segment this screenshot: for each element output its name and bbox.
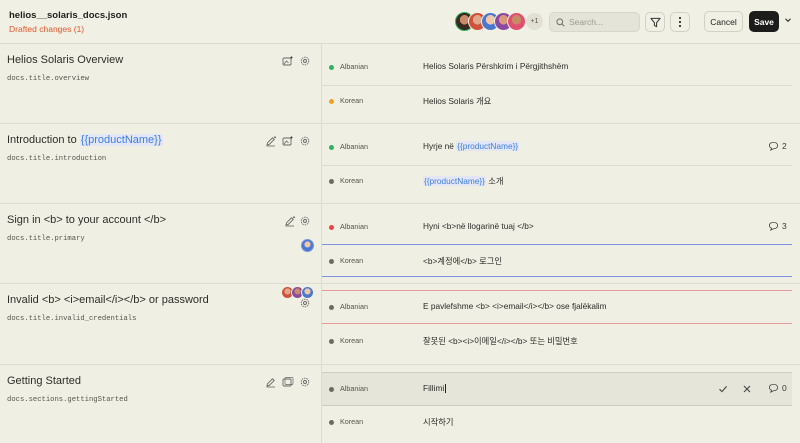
- chevron-down-icon[interactable]: [784, 16, 792, 24]
- language-label: Albanian: [340, 62, 368, 71]
- translation-row[interactable]: Albanian E pavlefshme <b> <i>email</i></…: [322, 291, 800, 325]
- key-path: docs.title.primary: [7, 235, 85, 243]
- translation-row[interactable]: Korean Helios Solaris 개요: [322, 85, 800, 119]
- translation-edit-input[interactable]: Fillimi: [423, 383, 447, 394]
- status-dot: [329, 305, 334, 310]
- edit-sparkle-icon[interactable]: [265, 135, 277, 147]
- text-caret: [445, 384, 447, 394]
- search-box[interactable]: [549, 12, 640, 32]
- language-label: Korean: [340, 256, 364, 265]
- cancel-button[interactable]: Cancel: [704, 11, 743, 32]
- language-label: Albanian: [340, 302, 368, 311]
- translation-value[interactable]: E pavlefshme <b> <i>email</i></b> ose fj…: [423, 301, 607, 311]
- gear-icon[interactable]: [299, 55, 311, 67]
- translation-value[interactable]: Hyni <b>në llogarinë tuaj </b>: [423, 221, 534, 231]
- status-dot: [329, 387, 334, 392]
- translation-row-editing[interactable]: Albanian Fillimi 0: [322, 372, 792, 406]
- placeholder-token: {{productName}}: [423, 176, 486, 186]
- status-dot: [329, 145, 334, 150]
- key-title: Helios Solaris Overview: [7, 54, 124, 66]
- vertical-dots-icon: [678, 16, 682, 28]
- placeholder-token: {{productName}}: [456, 141, 520, 151]
- comment-count[interactable]: 2: [768, 141, 787, 151]
- status-dot: [329, 339, 334, 344]
- image-translate-icon[interactable]: [282, 55, 294, 67]
- translation-row[interactable]: Korean 잘못된 <b><i>이메일</i></b> 또는 비밀번호: [322, 325, 800, 359]
- translation-key-section: Getting Started docs.sections.gettingSta…: [0, 365, 800, 443]
- language-label: Korean: [340, 336, 364, 345]
- avatar[interactable]: [301, 239, 314, 252]
- translation-row[interactable]: Albanian Hyni <b>në llogarinë tuaj </b> …: [322, 211, 800, 245]
- more-avatars-count[interactable]: +1: [525, 12, 544, 31]
- language-label: Korean: [340, 417, 364, 426]
- translation-value[interactable]: 잘못된 <b><i>이메일</i></b> 또는 비밀번호: [423, 335, 578, 347]
- key-title: Introduction to {{productName}}: [7, 134, 163, 146]
- save-button[interactable]: Save: [749, 11, 779, 32]
- key-path: docs.title.overview: [7, 75, 89, 83]
- comment-count[interactable]: 3: [768, 221, 787, 231]
- translation-row[interactable]: Albanian Hyrje në {{productName}} 2: [322, 131, 800, 165]
- gear-icon[interactable]: [299, 297, 311, 309]
- search-icon: [556, 17, 565, 27]
- comment-count[interactable]: 0: [768, 383, 787, 393]
- translation-value[interactable]: Helios Solaris Përshkrim i Përgjithshëm: [423, 61, 568, 71]
- check-icon[interactable]: [718, 384, 728, 394]
- comments-icon: [768, 141, 779, 151]
- placeholder-token: {{productName}}: [79, 134, 163, 146]
- status-dot: [329, 259, 334, 264]
- translation-key-section: Sign in <b> to your account </b> docs.ti…: [0, 204, 800, 284]
- key-path: docs.title.introduction: [7, 155, 107, 163]
- filter-button[interactable]: [645, 12, 665, 32]
- translation-key-section: Helios Solaris Overview docs.title.overv…: [0, 44, 800, 124]
- gear-icon[interactable]: [299, 376, 311, 388]
- key-title: Getting Started: [7, 375, 81, 387]
- close-icon[interactable]: [742, 384, 752, 394]
- avatar[interactable]: [507, 12, 526, 31]
- language-label: Albanian: [340, 384, 368, 393]
- translation-row[interactable]: Korean 시작하기: [322, 406, 800, 440]
- key-path: docs.title.invalid_credentials: [7, 315, 137, 323]
- language-label: Albanian: [340, 222, 368, 231]
- status-dot: [329, 65, 334, 70]
- gear-icon[interactable]: [299, 215, 311, 227]
- translation-row[interactable]: Korean <b>계정에</b> 로그인: [322, 245, 800, 279]
- key-title: Invalid <b> <i>email</i></b> or password: [7, 294, 209, 306]
- language-label: Korean: [340, 96, 364, 105]
- image-translate-icon[interactable]: [282, 376, 294, 388]
- language-label: Korean: [340, 176, 364, 185]
- collaborator-cursor-line: [322, 276, 792, 277]
- comments-icon: [768, 383, 779, 393]
- translation-key-section: Invalid <b> <i>email</i></b> or password…: [0, 284, 800, 365]
- language-label: Albanian: [340, 142, 368, 151]
- edit-sparkle-icon[interactable]: [284, 215, 296, 227]
- collaborator-cursor-line: [322, 323, 792, 324]
- image-translate-icon[interactable]: [282, 135, 294, 147]
- translation-key-section: Introduction to {{productName}} docs.tit…: [0, 124, 800, 204]
- key-title: Sign in <b> to your account </b>: [7, 214, 167, 226]
- edit-icon[interactable]: [265, 376, 277, 388]
- more-options-button[interactable]: [670, 12, 690, 32]
- translation-row[interactable]: Albanian Helios Solaris Përshkrim i Përg…: [322, 51, 800, 85]
- filter-icon: [649, 17, 661, 27]
- translation-value[interactable]: <b>계정에</b> 로그인: [423, 255, 502, 267]
- translation-value[interactable]: Helios Solaris 개요: [423, 95, 491, 107]
- gear-icon[interactable]: [299, 135, 311, 147]
- file-name: helios__solaris_docs.json: [9, 10, 128, 21]
- key-path: docs.sections.gettingStarted: [7, 396, 128, 404]
- translation-row[interactable]: Korean {{productName}} 소개: [322, 165, 800, 199]
- search-input[interactable]: [569, 17, 635, 27]
- status-dot: [329, 225, 334, 230]
- translation-value[interactable]: {{productName}} 소개: [423, 175, 503, 187]
- status-dot: [329, 179, 334, 184]
- top-bar: helios__solaris_docs.json Drafted change…: [0, 0, 800, 44]
- status-dot: [329, 99, 334, 104]
- translation-value[interactable]: Hyrje në {{productName}}: [423, 141, 520, 151]
- comments-icon: [768, 221, 779, 231]
- status-dot: [329, 420, 334, 425]
- translation-value[interactable]: 시작하기: [423, 416, 454, 428]
- drafted-changes-status[interactable]: Drafted changes (1): [9, 24, 84, 34]
